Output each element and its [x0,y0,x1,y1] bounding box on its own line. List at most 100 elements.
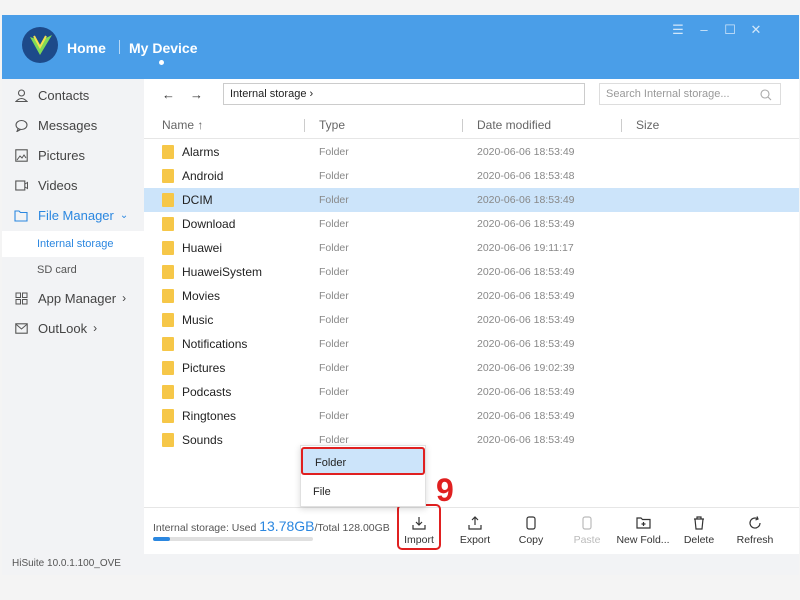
menu-item-folder[interactable]: Folder [301,447,425,475]
storage-info: Internal storage: Used 13.78GB/Total 128… [153,518,390,534]
new-folder-button[interactable]: New Fold... [615,516,671,546]
import-dropdown-menu: Folder File [300,445,426,507]
file-name: Download [182,217,236,231]
file-date: 2020-06-06 18:53:49 [477,386,575,398]
table-row-selected[interactable]: DCIM Folder 2020-06-06 18:53:49 [144,188,799,212]
sidebar-item-pictures[interactable]: Pictures [2,141,144,169]
column-divider [462,119,463,132]
new-folder-label: New Fold... [616,534,670,546]
file-date: 2020-06-06 18:53:49 [477,338,575,350]
file-date: 2020-06-06 18:53:49 [477,146,575,158]
file-type: Folder [319,170,349,182]
nav-home[interactable]: Home [67,40,106,56]
minimize-icon[interactable]: – [697,23,711,37]
table-row[interactable]: Movies Folder 2020-06-06 18:53:49 [144,284,799,308]
menu-icon[interactable]: ☰ [671,23,685,37]
table-row[interactable]: Huawei Folder 2020-06-06 19:11:17 [144,236,799,260]
copy-label: Copy [518,534,544,546]
sidebar-item-label: App Manager [38,290,117,306]
sidebar-item-contacts[interactable]: Contacts [2,81,144,109]
export-icon [447,516,503,532]
folder-icon [162,385,174,399]
copy-icon [503,516,559,532]
file-name: Movies [182,289,221,303]
refresh-label: Refresh [736,534,774,546]
table-row[interactable]: Music Folder 2020-06-06 18:53:49 [144,308,799,332]
table-row[interactable]: Podcasts Folder 2020-06-06 18:53:49 [144,380,799,404]
table-row[interactable]: Download Folder 2020-06-06 18:53:49 [144,212,799,236]
new-folder-icon [615,516,671,532]
sidebar-item-messages[interactable]: Messages [2,111,144,139]
column-name[interactable]: Name ↑ [162,118,203,132]
sidebar-item-label: Messages [38,117,98,133]
delete-button[interactable]: Delete [671,516,727,546]
sidebar-sub-internal-storage[interactable]: Internal storage [2,231,144,257]
sidebar-item-app-manager[interactable]: App Manager › [2,284,144,312]
nav-separator [119,40,120,54]
export-label: Export [459,534,491,546]
folder-icon [162,169,174,183]
table-row[interactable]: Alarms Folder 2020-06-06 18:53:49 [144,140,799,164]
search-icon[interactable] [760,88,772,108]
sidebar-item-label: Videos [38,177,78,193]
file-type: Folder [319,362,349,374]
file-type: Folder [319,266,349,278]
file-date: 2020-06-06 19:11:17 [477,242,574,254]
chevron-right-icon: › [93,321,98,335]
refresh-button[interactable]: Refresh [727,516,783,546]
step-number-annotation: 9 [436,472,454,508]
forward-arrow-icon[interactable]: → [190,87,203,102]
sidebar-item-label: File Manager [38,207,114,223]
menu-item-file[interactable]: File [301,478,425,506]
sidebar-sub-sd-card[interactable]: SD card [2,257,144,283]
folder-icon [162,337,174,351]
column-divider [621,119,622,132]
export-button[interactable]: Export [447,516,503,546]
back-arrow-icon[interactable]: ← [162,87,175,102]
sidebar-item-label: OutLook [38,320,88,336]
active-nav-indicator [159,60,164,65]
grid-icon [14,291,28,305]
search-input[interactable]: Search Internal storage... [599,83,781,105]
table-row[interactable]: Pictures Folder 2020-06-06 19:02:39 [144,356,799,380]
import-label: Import [404,534,434,546]
table-row[interactable]: Sounds Folder 2020-06-06 18:53:49 [144,428,799,452]
window-controls: ☰ – ☐ ✕ [671,23,763,37]
sidebar-item-outlook[interactable]: OutLook › [2,314,144,342]
status-bar: HiSuite 10.0.1.100_OVE [2,554,799,575]
close-icon[interactable]: ✕ [749,23,763,37]
table-row[interactable]: Android Folder 2020-06-06 18:53:48 [144,164,799,188]
column-date-modified[interactable]: Date modified [477,118,551,132]
file-date: 2020-06-06 18:53:48 [477,170,575,182]
file-date: 2020-06-06 18:53:49 [477,410,575,422]
maximize-icon[interactable]: ☐ [723,23,737,37]
sidebar-item-videos[interactable]: Videos [2,171,144,199]
storage-used-value: 13.78GB [259,518,315,534]
column-type[interactable]: Type [319,118,345,132]
table-row[interactable]: Ringtones Folder 2020-06-06 18:53:49 [144,404,799,428]
table-row[interactable]: Notifications Folder 2020-06-06 18:53:49 [144,332,799,356]
column-size[interactable]: Size [636,118,659,132]
chevron-down-icon: ⌄ [119,209,129,221]
file-browser: ← → Internal storage › Search Internal s… [144,79,799,554]
copy-button[interactable]: Copy [503,516,559,546]
table-row[interactable]: HuaweiSystem Folder 2020-06-06 18:53:49 [144,260,799,284]
file-type: Folder [319,194,349,206]
file-name: Music [182,313,214,327]
sidebar: Contacts Messages Pictures Videos File M… [2,79,144,554]
import-icon [391,516,447,532]
chat-bubble-icon [14,118,28,132]
video-icon [14,178,28,192]
storage-progress-bar [153,537,313,541]
path-breadcrumb[interactable]: Internal storage › [223,83,585,105]
navigation-toolbar: ← → Internal storage › Search Internal s… [144,79,799,109]
column-header: Name ↑ Type Date modified Size [144,111,799,139]
import-button[interactable]: Import [391,516,447,546]
search-placeholder: Search Internal storage... [606,88,730,100]
nav-my-device[interactable]: My Device [129,40,197,56]
file-name: DCIM [182,193,213,207]
paste-button[interactable]: Paste [559,516,615,546]
file-date: 2020-06-06 19:02:39 [477,362,575,374]
paste-icon [559,516,615,532]
sidebar-item-file-manager[interactable]: File Manager ⌄ [2,201,144,229]
